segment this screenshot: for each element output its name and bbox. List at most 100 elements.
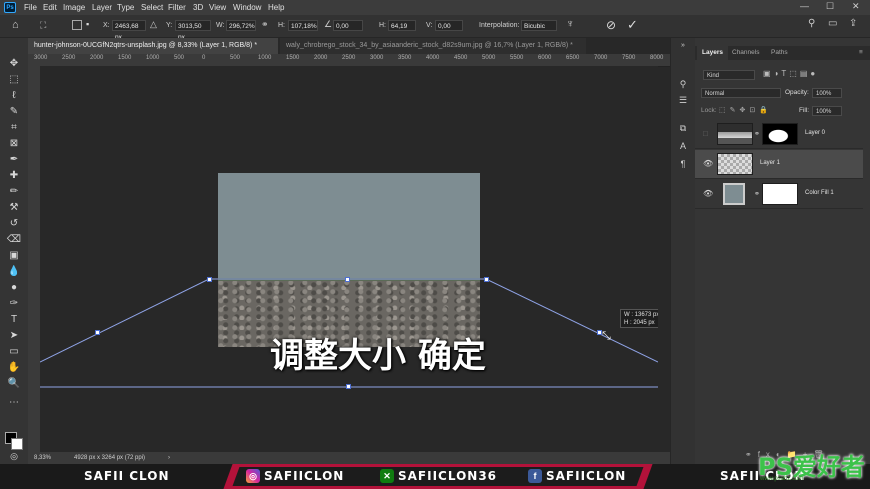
menu-window[interactable]: Window <box>233 3 261 12</box>
brush-tool-icon[interactable]: ✏ <box>6 185 22 198</box>
tab-channels[interactable]: Channels <box>732 46 759 60</box>
filter-icons[interactable]: ▣◑T⬚▤● <box>763 69 818 78</box>
delta-icon[interactable]: △ <box>150 19 157 30</box>
layer-0-thumbnail <box>717 123 753 145</box>
background-color-swatch[interactable] <box>11 438 23 450</box>
menu-filter[interactable]: Filter <box>168 3 186 12</box>
menu-3d[interactable]: 3D <box>193 3 203 12</box>
canvas[interactable]: ⤡ W : 13673 px H : 2045 px <box>40 66 658 452</box>
opacity-field[interactable]: 100% <box>812 88 842 98</box>
collapse-panel-icon[interactable]: » <box>677 40 689 52</box>
ruler-tick-label: 3000 <box>370 55 384 61</box>
search-icon[interactable]: ⚲ <box>808 18 815 29</box>
reference-point-checkbox[interactable] <box>72 20 82 30</box>
angle-field[interactable]: 0,00 <box>333 20 363 31</box>
blend-mode-select[interactable]: Normal <box>701 88 781 98</box>
reference-point-icon[interactable]: ▪ <box>86 19 89 29</box>
transform-tool-icon[interactable]: ⛶ <box>40 20 46 31</box>
more-tools-icon[interactable]: ⋯ <box>6 396 22 409</box>
layer-row-layer-1[interactable]: 👁 Layer 1 <box>695 150 863 179</box>
move-tool-icon[interactable]: ✥ <box>6 57 22 70</box>
workspace-icon[interactable]: ▭ <box>828 18 837 29</box>
cancel-transform-icon[interactable]: ⊘ <box>606 18 616 32</box>
blur-tool-icon[interactable]: 💧 <box>6 265 22 278</box>
properties-panel-icon[interactable]: ☰ <box>677 94 689 106</box>
close-window-button[interactable]: ✕ <box>852 1 860 12</box>
pen-tool-icon[interactable]: ✑ <box>6 297 22 310</box>
transform-handle-top-middle[interactable] <box>345 277 350 282</box>
commit-transform-icon[interactable]: ✓ <box>627 17 638 33</box>
history-brush-icon[interactable]: ↺ <box>6 217 22 230</box>
link-icon[interactable]: ⚭ <box>261 19 269 30</box>
transform-handle-left-middle[interactable] <box>95 330 100 335</box>
ruler-tick-label: 4000 <box>426 55 440 61</box>
hand-tool-icon[interactable]: ✋ <box>6 361 22 374</box>
transform-handle-bottom-middle[interactable] <box>346 384 351 389</box>
tab-paths[interactable]: Paths <box>771 46 788 60</box>
ruler-tick-label: 0 <box>202 55 206 61</box>
menu-image[interactable]: Image <box>63 3 85 12</box>
minimize-button[interactable]: — <box>800 1 809 11</box>
vskew-field[interactable]: 0,00 <box>435 20 463 31</box>
maximize-button[interactable]: ☐ <box>826 1 834 12</box>
menu-type[interactable]: Type <box>117 3 134 12</box>
libraries-panel-icon[interactable]: ⧉ <box>677 122 689 134</box>
crop-tool-icon[interactable]: ⌗ <box>6 121 22 134</box>
clone-stamp-icon[interactable]: ⚒ <box>6 201 22 214</box>
path-select-tool-icon[interactable]: ➤ <box>6 329 22 342</box>
menu-view[interactable]: View <box>209 3 226 12</box>
history-panel-icon[interactable]: ⚲ <box>677 78 689 90</box>
lock-icons[interactable]: ⬚✎✥⊡🔒 <box>719 106 772 114</box>
transform-handle-top-right[interactable] <box>484 277 489 282</box>
tooltip-height: H : 2045 px <box>624 320 655 326</box>
menu-help[interactable]: Help <box>268 3 284 12</box>
visibility-eye-icon[interactable]: 👁 <box>703 189 713 198</box>
rectangle-tool-icon[interactable]: ▭ <box>6 345 22 358</box>
y-field[interactable]: 3013,50 px <box>175 20 211 41</box>
type-tool-icon[interactable]: T <box>6 313 22 326</box>
warp-icon[interactable]: ♆ <box>566 18 574 30</box>
transform-handle-top-left[interactable] <box>207 277 212 282</box>
menu-layer[interactable]: Layer <box>92 3 112 12</box>
x-field[interactable]: 2463,68 px <box>112 20 146 41</box>
frame-tool-icon[interactable]: ⊠ <box>6 137 22 150</box>
mini-panel-strip: » ⚲ ☰ ⧉ A ¶ <box>670 38 696 464</box>
marquee-tool-icon[interactable]: ⬚ <box>6 73 22 86</box>
character-panel-icon[interactable]: A <box>677 140 689 152</box>
healing-brush-icon[interactable]: ✚ <box>6 169 22 182</box>
zoom-level[interactable]: 8,33% <box>34 452 51 464</box>
share-icon[interactable]: ⇪ <box>849 18 857 29</box>
w-field[interactable]: 296,72% <box>226 20 256 31</box>
status-bar: 8,33% 4928 px x 3264 px (72 ppi) › <box>28 452 670 464</box>
hskew-field[interactable]: 64,19 <box>388 20 416 31</box>
angle-icon: ∠ <box>324 19 333 29</box>
menu-file[interactable]: File <box>24 3 37 12</box>
tab-hunter-johnson[interactable]: hunter-johnson-0UCGfN2qtrs-unsplash.jpg … <box>28 38 278 54</box>
fill-field[interactable]: 100% <box>812 106 842 116</box>
status-expand-icon[interactable]: › <box>168 452 170 464</box>
layer-row-color-fill-1[interactable]: 👁 ⚭ Color Fill 1 <box>695 180 863 209</box>
home-icon[interactable]: ⌂ <box>12 19 19 31</box>
interpolation-select[interactable]: Bicubic <box>521 20 557 31</box>
layer-row-layer-0[interactable]: □ ⚭ Layer 0 <box>695 120 863 149</box>
h-field[interactable]: 107,18% <box>288 20 318 31</box>
eraser-tool-icon[interactable]: ⌫ <box>6 233 22 246</box>
quick-mask-icon[interactable]: ◎ <box>6 450 22 463</box>
visibility-eye-icon[interactable]: 👁 <box>703 159 713 168</box>
visibility-off-icon[interactable]: □ <box>703 129 708 138</box>
social-media-bar: SAFII CLON ◎ SAFIICLON ✕ SAFIICLON36 f S… <box>0 464 870 489</box>
menu-edit[interactable]: Edit <box>43 3 57 12</box>
gradient-tool-icon[interactable]: ▣ <box>6 249 22 262</box>
paragraph-panel-icon[interactable]: ¶ <box>677 158 689 170</box>
menu-select[interactable]: Select <box>141 3 163 12</box>
lasso-tool-icon[interactable]: ℓ <box>6 89 22 102</box>
filter-kind-select[interactable]: Kind <box>703 70 755 80</box>
dodge-tool-icon[interactable]: ● <box>6 281 22 294</box>
quick-select-tool-icon[interactable]: ✎ <box>6 105 22 118</box>
layer-1-name: Layer 1 <box>760 160 781 166</box>
tab-layers[interactable]: Layers <box>697 46 728 60</box>
tab-waly-chrobrego[interactable]: waly_chrobrego_stock_34_by_asiaanderic_s… <box>280 38 586 54</box>
panel-menu-icon[interactable]: ≡ <box>859 46 863 60</box>
zoom-tool-icon[interactable]: 🔍 <box>6 377 22 390</box>
eyedropper-tool-icon[interactable]: ✒ <box>6 153 22 166</box>
